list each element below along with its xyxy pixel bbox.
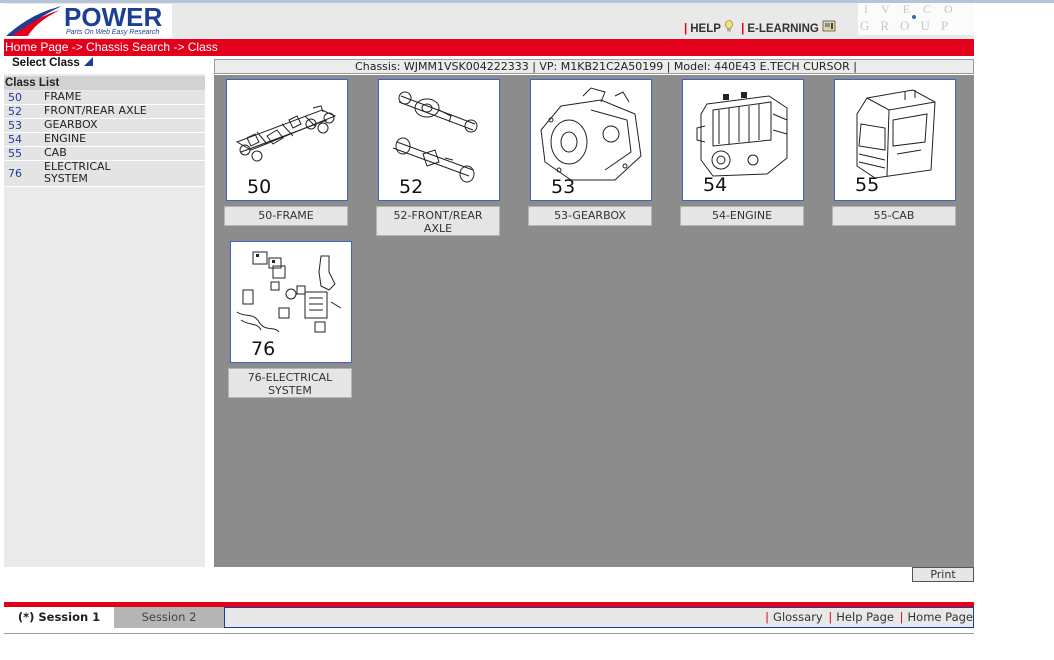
class-item-52[interactable]: 52 FRONT/REAR AXLE [4, 105, 205, 119]
tile-number: 54 [703, 174, 728, 196]
sidebar-header: Select Class [4, 56, 205, 74]
session-bar: (*) Session 1 Session 2 | Glossary | Help … [4, 607, 974, 628]
gearbox-diagram-icon [540, 87, 642, 181]
logo-swoosh-icon [6, 6, 62, 36]
class-name: CAB [44, 146, 67, 159]
frame-diagram-icon [235, 105, 337, 162]
help-link[interactable]: HELP [690, 23, 720, 35]
class-list: 50 FRAME 52 FRONT/REAR AXLE 53 GEARBOX 5… [4, 91, 205, 187]
elearning-link[interactable]: E-LEARNING [747, 23, 819, 35]
footer-links: | Glossary | Help Page | Home Page [224, 607, 974, 628]
class-name: ENGINE [44, 132, 87, 145]
tile-number: 55 [855, 174, 880, 196]
triangle-icon [83, 57, 93, 66]
class-code: 55 [8, 147, 22, 160]
tile-image-54[interactable]: 54 [682, 79, 804, 201]
breadcrumb-separator: -> [170, 40, 188, 54]
iveco-group-logo: IVECO GROUP [858, 2, 974, 35]
brand-bottom-text: GROUP [860, 18, 960, 33]
tile-number: 52 [399, 176, 424, 198]
tile-image-76[interactable]: 76 [230, 241, 352, 363]
class-item-76[interactable]: 76 ELECTRICAL SYSTEM [4, 161, 205, 187]
sidebar: Select Class Class List 50 FRAME 52 FRON… [4, 56, 205, 567]
top-links: | HELP | E-LEARNING [684, 20, 836, 35]
tile-image-55[interactable]: 55 [834, 79, 956, 201]
class-item-54[interactable]: 54 ENGINE [4, 133, 205, 147]
print-button[interactable]: Print [912, 567, 974, 582]
tile-caption-76[interactable]: 76-ELECTRICAL SYSTEM [228, 368, 352, 398]
tile-caption-53[interactable]: 53-GEARBOX [528, 206, 652, 226]
select-class-label: Select Class [12, 57, 80, 69]
class-code: 53 [8, 119, 22, 132]
home-page-link[interactable]: Home Page [908, 610, 973, 624]
class-item-50[interactable]: 50 FRAME [4, 91, 205, 105]
logo-subtitle: Parts On Web Easy Research [66, 29, 160, 36]
tile-number: 50 [247, 176, 272, 198]
breadcrumb: Home Page -> Chassis Search -> Class [4, 39, 974, 56]
tile-image-52[interactable]: 52 [378, 79, 500, 201]
tab-session-1[interactable]: (*) Session 1 [4, 607, 114, 628]
footer-bottom-line [4, 633, 974, 634]
power-logo[interactable]: POWER Parts On Web Easy Research [4, 2, 172, 38]
class-name: GEARBOX [44, 118, 98, 131]
class-code: 76 [8, 167, 22, 180]
axle-diagram-icon [392, 91, 478, 183]
tile-number: 53 [551, 176, 576, 198]
class-name: FRONT/REAR AXLE [44, 104, 147, 117]
class-name: ELECTRICAL SYSTEM [44, 160, 111, 185]
engine-diagram-icon [696, 92, 788, 177]
tile-number: 76 [251, 338, 276, 360]
breadcrumb-home[interactable]: Home Page [5, 40, 68, 54]
tile-image-50[interactable]: 50 [226, 79, 348, 201]
select-class-toggle[interactable]: Select Class [12, 57, 93, 69]
glossary-link[interactable]: Glossary [773, 610, 823, 624]
elearning-icon[interactable] [822, 20, 836, 33]
class-code: 52 [8, 105, 22, 118]
tile-caption-52[interactable]: 52-FRONT/REAR AXLE [376, 206, 500, 236]
app-window: POWER Parts On Web Easy Research | HELP |… [0, 0, 1054, 660]
chassis-info-bar: Chassis: WJMM1VSK004222333 | VP: M1KB21C… [214, 59, 974, 74]
class-code: 54 [8, 133, 22, 146]
breadcrumb-chassis-search[interactable]: Chassis Search [86, 40, 170, 54]
class-grid: 50 50-FRAME 52 52-FRONT/REAR AXLE 53 53-… [214, 75, 974, 567]
class-item-55[interactable]: 55 CAB [4, 147, 205, 161]
help-page-link[interactable]: Help Page [836, 610, 894, 624]
breadcrumb-separator: -> [68, 40, 87, 54]
electrical-diagram-icon [236, 251, 342, 333]
class-name: FRAME [44, 90, 82, 103]
tile-caption-50[interactable]: 50-FRAME [224, 206, 348, 226]
tile-caption-54[interactable]: 54-ENGINE [680, 206, 804, 226]
class-code: 50 [8, 91, 22, 104]
tile-image-53[interactable]: 53 [530, 79, 652, 201]
class-list-title: Class List [4, 76, 205, 90]
tile-caption-55[interactable]: 55-CAB [832, 206, 956, 226]
tab-session-2[interactable]: Session 2 [114, 607, 224, 628]
class-item-53[interactable]: 53 GEARBOX [4, 119, 205, 133]
breadcrumb-class[interactable]: Class [188, 40, 218, 54]
cab-diagram-icon [856, 89, 936, 179]
lightbulb-icon[interactable] [724, 20, 734, 33]
